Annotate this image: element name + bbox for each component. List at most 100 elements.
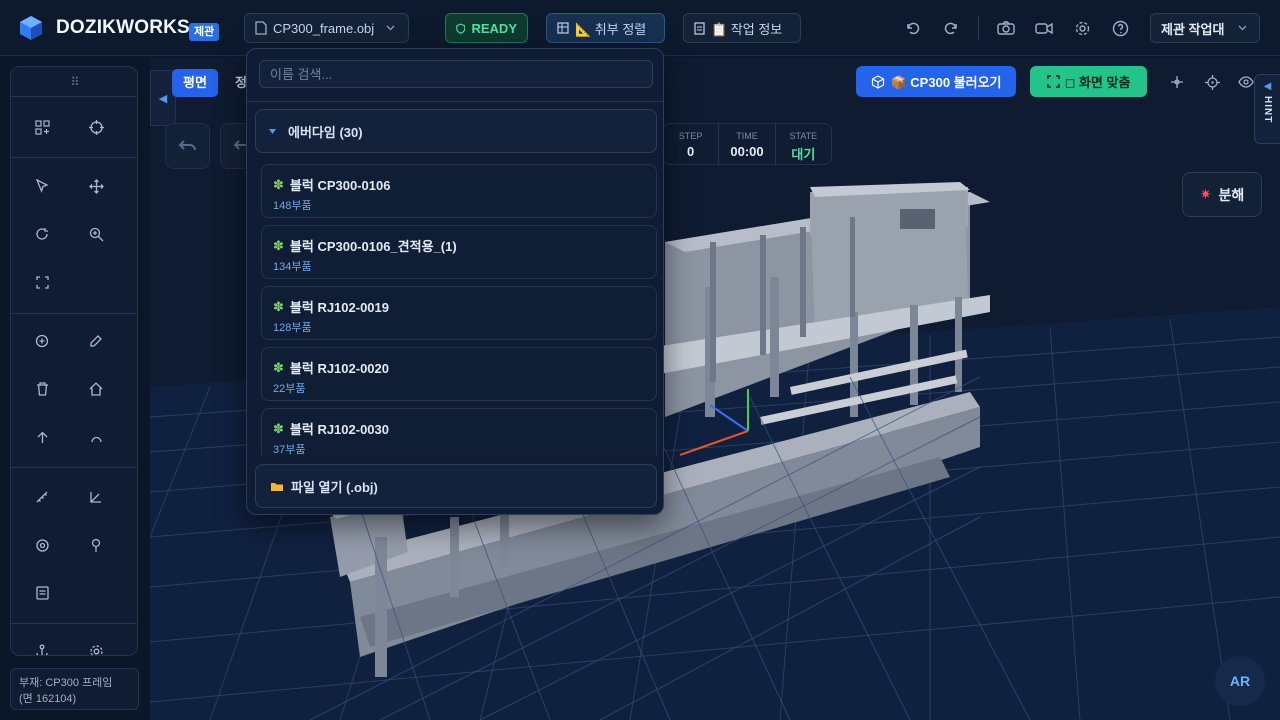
add-grid-icon[interactable]: [30, 115, 54, 139]
cube-icon: [871, 74, 884, 89]
stat-step-value: 0: [687, 144, 695, 159]
caret-down-icon: [269, 128, 276, 134]
burst-icon: ✷: [1199, 186, 1212, 202]
anchor-icon[interactable]: [30, 639, 54, 655]
undo-icon[interactable]: [902, 17, 924, 39]
notes-icon[interactable]: [30, 581, 54, 605]
workspace-selector[interactable]: 제관 작업대: [1150, 13, 1260, 43]
pointer-icon[interactable]: [30, 174, 54, 198]
load-model-label: 📦 CP300 불러오기: [890, 75, 1002, 90]
stat-time-value: 00:00: [730, 144, 764, 159]
brand-badge: 제관: [189, 23, 220, 41]
fit-view-button[interactable]: ◻ 화면 맞춤: [1030, 66, 1147, 97]
item-title: 블럭 RJ102-0030: [289, 422, 389, 437]
move-icon[interactable]: [84, 174, 108, 198]
document-icon: [694, 21, 705, 35]
group-header[interactable]: 에버다임 (30): [255, 109, 657, 153]
fullscreen-icon[interactable]: [30, 270, 54, 294]
group-label: 에버다임 (30): [288, 124, 363, 140]
stat-state-value: 대기: [791, 147, 816, 162]
puzzle-icon: ✽: [273, 298, 284, 314]
crosshair-icon[interactable]: [30, 533, 54, 557]
chevron-down-icon: [1238, 25, 1247, 31]
add-circle-icon[interactable]: [30, 329, 54, 353]
redo-icon[interactable]: [940, 17, 962, 39]
tool-panel: ⠿: [10, 66, 138, 656]
part-status: 부재: CP300 프레임 (면 162104): [10, 668, 139, 710]
toolbar-divider: [978, 16, 979, 40]
move-axis-icon[interactable]: [1166, 71, 1188, 93]
open-file-label: 파일 열기 (.obj): [291, 479, 378, 495]
stat-state: STATE 대기: [776, 124, 831, 164]
file-icon: [255, 21, 267, 35]
stat-time: TIME 00:00: [719, 124, 776, 164]
ruler-icon[interactable]: [30, 485, 54, 509]
item-count: 22부품: [273, 383, 306, 395]
video-icon[interactable]: [1033, 17, 1055, 39]
table-icon: [557, 22, 569, 34]
search-input[interactable]: [259, 60, 653, 88]
explode-label: 분해: [1218, 186, 1245, 203]
tool-separator: [11, 623, 137, 624]
zoom-in-icon[interactable]: [84, 222, 108, 246]
tab-plan[interactable]: 평면: [172, 69, 218, 97]
home-icon[interactable]: [84, 377, 108, 401]
undo-step-button[interactable]: [165, 123, 210, 169]
hint-label: HINT: [1262, 96, 1273, 124]
target-icon[interactable]: [84, 115, 108, 139]
focus-icon[interactable]: [1201, 71, 1223, 93]
item-count: 148부품: [273, 200, 312, 212]
list-item[interactable]: ✽ 블럭 RJ102-0030 37부품: [261, 408, 657, 455]
explode-button[interactable]: ✷ 분해: [1182, 172, 1262, 217]
camera-icon[interactable]: [995, 17, 1017, 39]
stat-step-label: STEP: [678, 131, 703, 141]
drag-handle-icon[interactable]: ⠿: [11, 67, 137, 97]
item-count: 37부품: [273, 444, 306, 455]
arrow-up-icon[interactable]: [30, 425, 54, 449]
list-item[interactable]: ✽ 블럭 RJ102-0019 128부품: [261, 286, 657, 340]
sort-button[interactable]: 📐 취부 정렬: [546, 13, 665, 43]
fit-view-label: ◻ 화면 맞춤: [1064, 75, 1131, 90]
rotate-icon[interactable]: [30, 222, 54, 246]
file-selector[interactable]: CP300_frame.obj: [244, 13, 409, 43]
gear-icon[interactable]: [1071, 17, 1093, 39]
item-count: 128부품: [273, 322, 312, 334]
list-item[interactable]: ✽ 블럭 CP300-0106 148부품: [261, 164, 657, 218]
angle-icon[interactable]: [84, 485, 108, 509]
file-name: CP300_frame.obj: [273, 20, 375, 36]
logo-cube-icon: [20, 16, 42, 40]
puzzle-icon: ✽: [273, 359, 284, 375]
open-file-button[interactable]: 파일 열기 (.obj): [255, 464, 657, 508]
brand-name: DOZIKWORKS: [56, 17, 190, 38]
ar-button[interactable]: AR: [1215, 656, 1265, 706]
settings-icon[interactable]: [84, 639, 108, 655]
puzzle-icon: ✽: [273, 176, 284, 192]
tool-separator: [11, 157, 137, 158]
part-status-line2: (면 162104): [19, 693, 77, 705]
list-item[interactable]: ✽ 블럭 CP300-0106_견적용_(1) 134부품: [261, 225, 657, 279]
file-dropdown: 에버다임 (30) ✽ 블럭 CP300-0106 148부품 ✽ 블럭 CP300…: [246, 48, 664, 515]
chevron-down-icon: [386, 25, 395, 31]
trash-icon[interactable]: [30, 377, 54, 401]
hint-panel-toggle[interactable]: ◀ HINT: [1254, 74, 1280, 144]
back-arrow-icon: [178, 140, 196, 151]
edit-icon[interactable]: [84, 329, 108, 353]
pin-icon[interactable]: [84, 533, 108, 557]
load-model-button[interactable]: 📦 CP300 불러오기: [856, 66, 1016, 97]
stat-step: STEP 0: [663, 124, 720, 164]
part-status-line1: 부재: CP300 프레임: [19, 677, 113, 689]
stat-time-label: TIME: [736, 131, 758, 141]
folder-icon: [271, 482, 283, 491]
item-count: 134부품: [273, 261, 312, 273]
help-icon[interactable]: [1109, 17, 1131, 39]
sort-label: 📐 취부 정렬: [575, 21, 647, 37]
work-info-button[interactable]: 📋 작업 정보: [683, 13, 801, 43]
item-title: 블럭 CP300-0106_견적용_(1): [289, 239, 457, 254]
list-item[interactable]: ✽ 블럭 RJ102-0020 22부품: [261, 347, 657, 401]
progress-stats: STEP 0 TIME 00:00 STATE 대기: [662, 123, 832, 165]
expand-icon: [1046, 75, 1060, 88]
stat-state-label: STATE: [789, 131, 818, 141]
arc-icon[interactable]: [84, 425, 108, 449]
item-title: 블럭 RJ102-0020: [289, 361, 389, 376]
puzzle-icon: ✽: [273, 237, 284, 253]
